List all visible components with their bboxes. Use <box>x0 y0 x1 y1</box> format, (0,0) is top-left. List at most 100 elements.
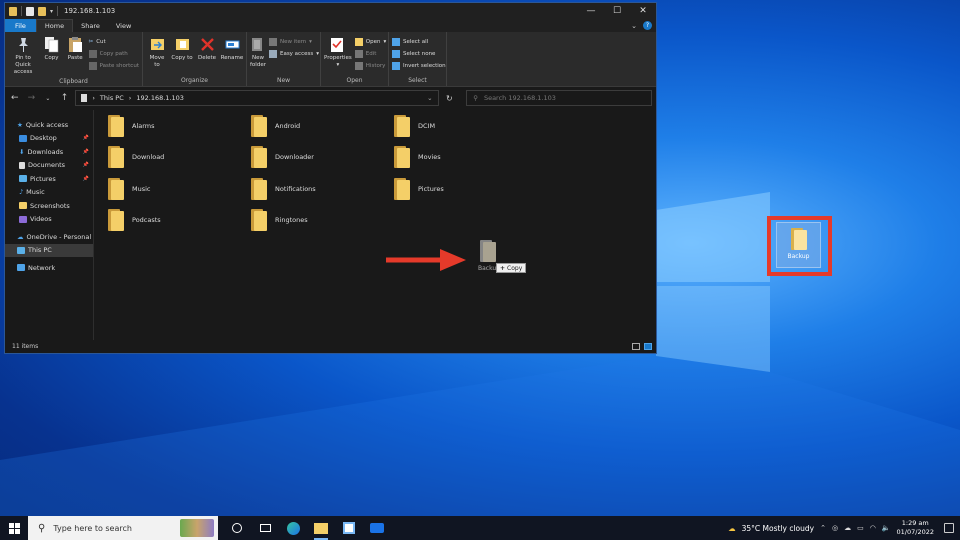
copy-to-button[interactable]: Copy to <box>171 34 193 75</box>
refresh-icon[interactable]: ↻ <box>444 94 456 103</box>
folder-item[interactable]: Android <box>251 115 300 137</box>
nav-screenshots[interactable]: Screenshots <box>5 199 93 213</box>
nav-quick-access[interactable]: ★ Quick access <box>5 118 93 132</box>
minimize-button[interactable]: — <box>578 3 604 19</box>
open-button[interactable]: Open ▾ <box>354 37 386 47</box>
edit-button[interactable]: Edit <box>354 49 386 59</box>
folder-icon <box>108 115 124 137</box>
cut-button[interactable]: ✂ Cut <box>89 37 139 47</box>
nav-music[interactable]: ♪ Music <box>5 186 93 200</box>
up-arrow-icon[interactable]: ↑ <box>59 93 71 103</box>
folder-item[interactable]: DCIM <box>394 115 435 137</box>
new-folder-icon[interactable] <box>38 6 46 16</box>
chevron-down-icon[interactable]: ⌄ <box>631 22 637 30</box>
address-bar[interactable]: › This PC › 192.168.1.103 ⌄ <box>75 90 439 106</box>
nav-onedrive[interactable]: ☁ OneDrive - Personal <box>5 230 93 244</box>
easy-access-button[interactable]: Easy access ▾ <box>268 49 319 59</box>
taskbar-search-input[interactable]: ⚲ Type here to search <box>28 516 218 540</box>
move-to-button[interactable]: Move to <box>146 34 168 75</box>
pin-icon: 📌 <box>82 162 89 169</box>
tab-share[interactable]: Share <box>73 19 108 32</box>
breadcrumb-this-pc[interactable]: This PC <box>100 94 124 102</box>
clock[interactable]: 1:29 am 01/07/2022 <box>897 519 934 537</box>
nav-this-pc[interactable]: This PC <box>5 243 93 257</box>
network-icon <box>17 264 25 272</box>
onedrive-cloud-icon[interactable]: ☁ <box>844 524 851 532</box>
copy-path-button[interactable]: Copy path <box>88 49 139 59</box>
folder-item[interactable]: Alarms <box>108 115 155 137</box>
folder-item[interactable]: Music <box>108 178 151 200</box>
folder-item[interactable]: Podcasts <box>108 209 161 231</box>
search-input[interactable]: ⚲ Search 192.168.1.103 <box>466 90 652 106</box>
folder-item[interactable]: Notifications <box>251 178 316 200</box>
select-all-button[interactable]: Select all <box>392 37 446 47</box>
history-button[interactable]: History <box>354 61 386 71</box>
back-arrow-icon[interactable]: ← <box>9 93 21 103</box>
close-button[interactable]: ✕ <box>630 3 656 19</box>
delete-button[interactable]: Delete <box>196 34 218 75</box>
open-icon <box>354 38 363 46</box>
rename-button[interactable]: Rename <box>221 34 243 75</box>
copy-button[interactable]: Copy <box>41 34 62 76</box>
folder-item[interactable]: Download <box>108 146 164 168</box>
folder-item[interactable]: Movies <box>394 146 441 168</box>
help-icon[interactable]: ? <box>643 21 652 30</box>
nav-documents[interactable]: Documents 📌 <box>5 159 93 173</box>
tab-file[interactable]: File <box>5 19 36 32</box>
desktop-icon-backup[interactable]: Backup <box>776 222 821 268</box>
nav-videos[interactable]: Videos <box>5 213 93 227</box>
file-explorer-icon[interactable] <box>312 516 330 540</box>
task-view-icon[interactable] <box>256 516 274 540</box>
weather-text[interactable]: 35°C Mostly cloudy <box>742 524 814 533</box>
store-icon[interactable] <box>340 516 358 540</box>
chevron-down-icon[interactable]: ⌄ <box>42 95 54 102</box>
new-item-button[interactable]: New item ▾ <box>268 37 319 47</box>
paste-button[interactable]: Paste <box>65 34 86 76</box>
paste-shortcut-button[interactable]: Paste shortcut <box>88 61 139 71</box>
nav-downloads[interactable]: ⬇ Downloads 📌 <box>5 145 93 159</box>
tab-view[interactable]: View <box>108 19 139 32</box>
pin-to-quick-access-button[interactable]: Pin to Quick access <box>8 34 38 76</box>
start-button[interactable] <box>0 516 28 540</box>
cortana-icon[interactable] <box>228 516 246 540</box>
pictures-icon <box>19 175 27 183</box>
videos-icon <box>19 215 27 223</box>
new-folder-button[interactable]: New folder <box>250 34 266 75</box>
select-all-icon <box>392 38 400 46</box>
folder-item[interactable]: Ringtones <box>251 209 308 231</box>
mail-icon[interactable] <box>368 516 386 540</box>
volume-icon[interactable]: 🔈 <box>882 524 891 532</box>
notification-icon[interactable] <box>944 523 954 533</box>
forward-arrow-icon[interactable]: → <box>26 93 38 103</box>
chevron-up-icon[interactable]: ⌃ <box>820 524 826 532</box>
folder-icon <box>394 178 410 200</box>
nav-pictures[interactable]: Pictures 📌 <box>5 172 93 186</box>
pin-icon: 📌 <box>82 148 89 155</box>
select-none-button[interactable]: Select none <box>392 49 446 59</box>
quick-access-toolbar: ▾ <box>5 3 59 19</box>
chevron-down-icon[interactable]: ▾ <box>50 8 53 15</box>
nav-network[interactable]: Network <box>5 261 93 275</box>
folder-item[interactable]: Downloader <box>251 146 314 168</box>
wifi-icon[interactable]: ◠ <box>870 524 876 532</box>
tab-home[interactable]: Home <box>35 19 74 32</box>
folder-item[interactable]: Pictures <box>394 178 444 200</box>
folder-icon <box>19 202 27 210</box>
maximize-button[interactable]: ☐ <box>604 3 630 19</box>
chevron-down-icon[interactable]: ⌄ <box>427 94 432 102</box>
window-title: 192.168.1.103 <box>64 7 116 15</box>
invert-selection-button[interactable]: Invert selection <box>392 61 446 71</box>
large-icons-view-icon[interactable] <box>644 343 652 350</box>
weather-cloud-icon[interactable]: ☁ <box>728 524 736 533</box>
location-icon[interactable]: ◎ <box>832 524 838 532</box>
details-view-icon[interactable] <box>632 343 640 350</box>
nav-desktop[interactable]: Desktop 📌 <box>5 132 93 146</box>
properties-icon[interactable] <box>26 6 34 16</box>
edit-icon <box>354 50 363 58</box>
content-area: ★ Quick access Desktop 📌 ⬇ Downloads 📌 Docum… <box>5 110 656 342</box>
folder-icon <box>480 240 496 262</box>
properties-button[interactable]: Properties ▾ <box>324 34 352 75</box>
breadcrumb-current[interactable]: 192.168.1.103 <box>136 94 184 102</box>
edge-icon[interactable] <box>284 516 302 540</box>
battery-icon[interactable]: ▭ <box>857 524 864 532</box>
